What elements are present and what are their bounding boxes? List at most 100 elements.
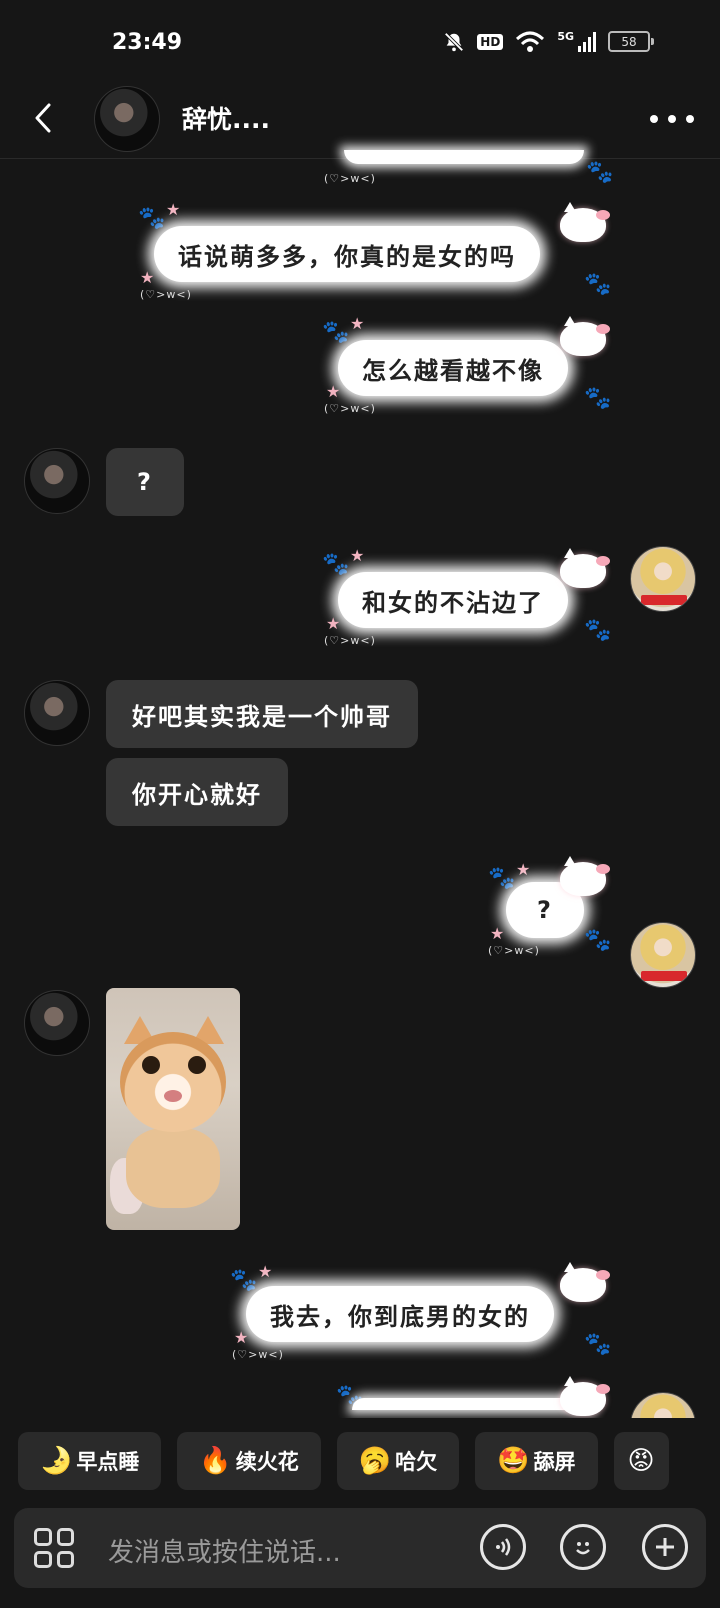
quick-reply-label: 续火花: [235, 1450, 299, 1474]
more-dot-icon: [686, 115, 694, 123]
sender-avatar[interactable]: [24, 680, 90, 746]
bubble-deco-face: (♡>w<): [140, 288, 192, 301]
emoji-icon: [576, 1542, 590, 1555]
my-avatar[interactable]: [630, 546, 696, 612]
quick-reply-chip[interactable]: 😡: [613, 1432, 669, 1490]
cat-face: [120, 1032, 226, 1132]
battery-level: 58: [621, 34, 637, 49]
sender-avatar[interactable]: [24, 990, 90, 1056]
hd-badge: HD: [477, 33, 504, 50]
paw-icon: 🐾: [584, 272, 612, 297]
bubble-deco-face: (♡>w<): [324, 402, 376, 415]
message-bubble-in[interactable]: ?: [106, 448, 184, 516]
paw-icon: 🐾: [584, 618, 612, 643]
paw-icon: 🐾: [488, 866, 516, 891]
paw-icon: 🐾: [584, 1332, 612, 1357]
quick-reply-label: 舔屏: [533, 1450, 576, 1474]
star-icon: ★: [166, 200, 181, 219]
paw-icon: 🐾: [322, 552, 350, 577]
star-icon: ★: [516, 860, 531, 879]
message-text: 我去，你到底男的女的: [270, 1302, 530, 1331]
message-bubble-in[interactable]: 你开心就好: [106, 758, 288, 826]
more-button[interactable]: [650, 104, 694, 134]
plus-button[interactable]: [642, 1524, 688, 1570]
emoji-button[interactable]: [560, 1524, 606, 1570]
sender-avatar[interactable]: [24, 448, 90, 514]
quick-reply-chip[interactable]: 🥱 哈欠: [336, 1432, 460, 1490]
plus-icon: [656, 1538, 674, 1556]
kitty-deco-icon: [560, 548, 610, 588]
message-text: 和女的不沾边了: [362, 588, 544, 617]
message-text: 话说萌多多，你真的是女的吗: [178, 242, 516, 271]
my-avatar[interactable]: [630, 922, 696, 988]
status-icons: HD 5G 58: [443, 30, 654, 53]
cat-eye: [142, 1056, 160, 1074]
back-button[interactable]: [28, 98, 58, 138]
kitty-deco-icon: [560, 1262, 610, 1302]
yawn-icon: 🥱: [358, 1446, 392, 1476]
paw-icon: 🐾: [586, 160, 614, 185]
message-text: 好吧其实我是一个帅哥: [132, 702, 392, 731]
moon-icon: 🌛: [40, 1446, 73, 1476]
more-dot-icon: [650, 115, 658, 123]
network-label: 5G: [557, 30, 574, 43]
message-bubble-out[interactable]: 怎么越看越不像: [338, 340, 568, 396]
cat-nose: [164, 1090, 182, 1102]
fire-icon: 🔥: [199, 1446, 232, 1476]
message-text: ?: [137, 468, 153, 496]
bubble-deco-face: (♡>w<): [488, 944, 540, 957]
more-dot-icon: [668, 115, 676, 123]
star-icon: ★: [326, 614, 341, 633]
paw-icon: 🐾: [322, 320, 350, 345]
message-bubble-partial: [352, 1398, 592, 1410]
quick-reply-label: 哈欠: [395, 1450, 438, 1474]
quick-reply-label: 早点睡: [76, 1450, 140, 1474]
message-input[interactable]: 发消息或按住说话...: [108, 1532, 341, 1569]
cat-body: [126, 1128, 220, 1208]
star-icon: ★: [234, 1328, 249, 1347]
cat-photo-message[interactable]: [106, 988, 240, 1230]
quick-reply-chip[interactable]: 🤩 舔屏: [475, 1432, 598, 1490]
apps-icon[interactable]: [34, 1528, 74, 1568]
kitty-deco-icon: [560, 316, 610, 356]
signal-icon: [578, 31, 596, 52]
wifi-icon: [516, 31, 545, 52]
quick-reply-chip[interactable]: 🌛 早点睡: [18, 1432, 162, 1490]
battery-icon: 58: [608, 31, 654, 52]
chat-title[interactable]: 辞忧....: [182, 100, 270, 136]
message-bubble-in[interactable]: 好吧其实我是一个帅哥: [106, 680, 418, 748]
voice-icon: [496, 1538, 511, 1556]
star-icon: ★: [326, 382, 341, 401]
message-text: ?: [537, 896, 553, 924]
star-icon: ★: [140, 268, 155, 287]
message-bubble-out[interactable]: 话说萌多多，你真的是女的吗: [154, 226, 540, 282]
message-text: 你开心就好: [132, 780, 262, 809]
kitty-deco-icon: [560, 1376, 610, 1416]
message-bubble-partial: [344, 150, 584, 164]
star-icon: ★: [490, 924, 505, 943]
contact-avatar[interactable]: [94, 86, 160, 152]
bubble-deco-face: (♡>w<): [232, 1348, 284, 1361]
chevron-left-icon: [35, 103, 51, 133]
bubble-deco-face: (♡>w<): [324, 172, 376, 185]
paw-icon: 🐾: [230, 1268, 258, 1293]
star-icon: ★: [258, 1262, 273, 1281]
angry-face-icon: 😡: [627, 1446, 655, 1476]
quick-reply-chip[interactable]: 🔥 续火花: [177, 1432, 321, 1490]
voice-button[interactable]: [480, 1524, 526, 1570]
quick-reply-list: 🌛 早点睡 🔥 续火花 🥱 哈欠 🤩 舔屏 😡: [18, 1432, 669, 1490]
star-icon: ★: [350, 314, 365, 333]
star-icon: ★: [350, 546, 365, 565]
mute-bell-icon: [444, 31, 464, 52]
kitty-deco-icon: [560, 856, 610, 896]
message-text: 怎么越看越不像: [362, 356, 544, 385]
message-bubble-out[interactable]: 我去，你到底男的女的: [246, 1286, 554, 1342]
message-bubble-out[interactable]: 和女的不沾边了: [338, 572, 568, 628]
bubble-deco-face: (♡>w<): [324, 634, 376, 647]
star-struck-icon: 🤩: [497, 1446, 530, 1476]
cat-eye: [188, 1056, 206, 1074]
paw-icon: 🐾: [138, 206, 166, 231]
paw-icon: 🐾: [584, 928, 612, 953]
paw-icon: 🐾: [584, 386, 612, 411]
kitty-deco-icon: [560, 202, 610, 242]
